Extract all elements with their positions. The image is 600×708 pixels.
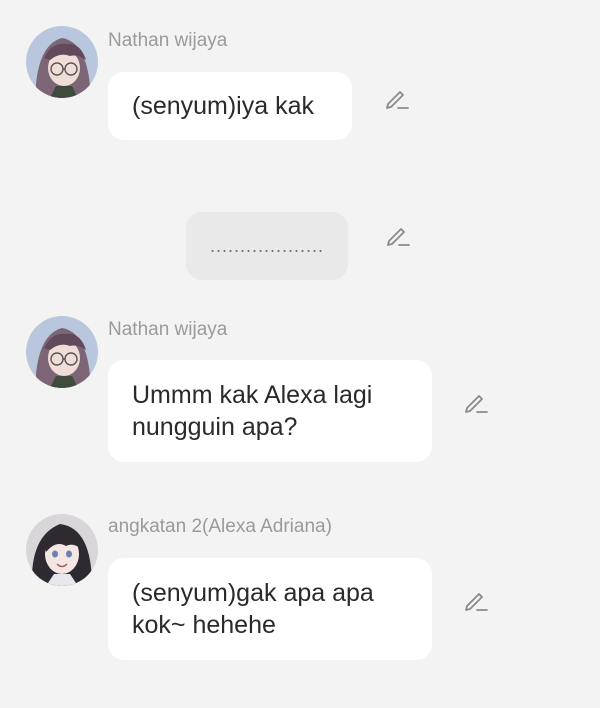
edit-pencil-icon[interactable] xyxy=(384,85,410,111)
avatar-girl-dark-hair-image xyxy=(26,514,98,586)
message-text: Ummm kak Alexa lagi nungguin apa? xyxy=(132,381,373,441)
edit-pencil-icon[interactable] xyxy=(463,389,489,415)
message-text: (senyum)gak apa apa kok~ hehehe xyxy=(132,579,374,639)
system-bubble[interactable]: ................... xyxy=(186,212,348,280)
message-bubble[interactable]: (senyum)iya kak xyxy=(108,72,352,140)
avatar[interactable] xyxy=(26,316,98,388)
avatar-boy-glasses-image xyxy=(26,316,98,388)
message-bubble[interactable]: (senyum)gak apa apa kok~ hehehe xyxy=(108,558,432,660)
edit-pencil-icon[interactable] xyxy=(463,587,489,613)
sender-name: angkatan 2(Alexa Adriana) xyxy=(108,516,332,537)
avatar-boy-glasses-image xyxy=(26,26,98,98)
sender-name: Nathan wijaya xyxy=(108,30,228,51)
message-text: ................... xyxy=(209,236,325,256)
avatar[interactable] xyxy=(26,26,98,98)
edit-pencil-icon[interactable] xyxy=(385,222,411,248)
message-bubble[interactable]: Ummm kak Alexa lagi nungguin apa? xyxy=(108,360,432,462)
message-text: (senyum)iya kak xyxy=(132,92,314,120)
avatar[interactable] xyxy=(26,514,98,586)
sender-name: Nathan wijaya xyxy=(108,319,228,340)
